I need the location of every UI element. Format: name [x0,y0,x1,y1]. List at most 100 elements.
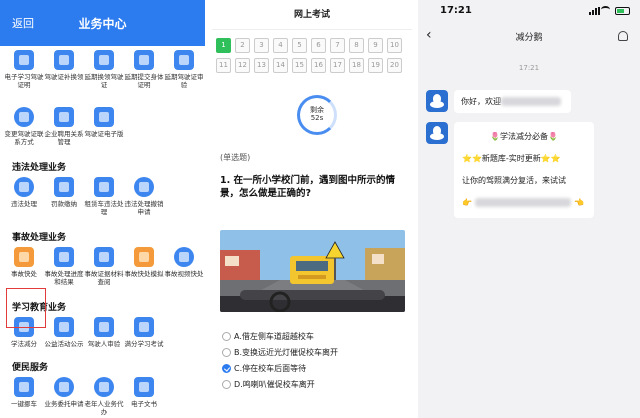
review-icon [94,317,114,337]
radio-checked-icon [222,363,231,373]
question-number-grid: 1 2 3 4 5 6 7 8 9 10 11 12 13 14 15 16 17 18 19 20 [212,30,412,73]
section-title-convenience: 便民服务 [12,363,49,373]
option-c[interactable]: C.停在校车后面等待 [222,360,338,376]
service-accident-evidence[interactable]: 事故证据材料查阅 [84,243,124,286]
question-number-cell[interactable]: 8 [349,38,364,53]
option-d[interactable]: D.鸣喇叭催促校车离开 [222,376,338,392]
service-extend-review[interactable]: 延期驾驶证审验 [164,46,204,89]
question-number-cell[interactable]: 15 [292,58,307,73]
car-icon [14,377,34,397]
service-move-car[interactable]: 一键挪车 [4,373,44,416]
option-a[interactable]: A.借左侧车道超越校车 [222,328,338,344]
chat-nav-bar: ‹ 减分鹅 [418,22,640,52]
radio-icon [222,331,231,341]
service-violation-handle[interactable]: 违法处理 [4,173,44,216]
calendar-icon [174,50,194,70]
service-accident-progress[interactable]: 事故处理进度和结果 [44,243,84,286]
car-crash-icon [134,247,154,267]
question-number-cell[interactable]: 20 [387,58,402,73]
question-number-cell[interactable]: 12 [235,58,250,73]
user-icon[interactable] [618,31,628,41]
service-electronic-license[interactable]: 驾驶证电子版 [84,103,124,146]
service-entrust[interactable]: 业务委托申请 [44,373,84,416]
option-b[interactable]: B.变换远近光灯催促校车离开 [222,344,338,360]
question-number-cell[interactable]: 11 [216,58,231,73]
question-number-cell[interactable]: 14 [273,58,288,73]
page-title: 业务中心 [78,17,127,31]
school-bus-scene [220,230,405,312]
blurred-text [501,97,561,106]
message-bubble-1[interactable]: 你好，欢迎 [454,90,571,113]
section-title-violation: 违法处理业务 [12,163,67,173]
service-rental-violation[interactable]: 租赁车违法处理 [84,173,124,216]
service-accident-simulate[interactable]: 事故快处模拟 [124,243,164,286]
service-public-activity[interactable]: 公益活动公示 [44,313,84,348]
elderly-icon [94,377,114,397]
service-extend-renewal[interactable]: 延期换领驾驶证 [84,46,124,89]
question-number-cell[interactable]: 16 [311,58,326,73]
receipt-icon [54,177,74,197]
people-icon [54,377,74,397]
service-elderly-agent[interactable]: 老年人业务代办 [84,373,124,416]
service-fine-payment[interactable]: 罚款缴纳 [44,173,84,216]
question-number-cell[interactable]: 13 [254,58,269,73]
service-driver-review[interactable]: 驾驶人审验 [84,313,124,348]
online-exam-panel: 网上考试 1 2 3 4 5 6 7 8 9 10 11 12 13 14 15 16 17 18 19 20 剩余… [212,0,412,418]
highlight-study-deduct [6,288,46,328]
service-violation-revoke[interactable]: 违法处理撤销申请 [124,173,164,216]
countdown-timer: 剩余 52s [297,95,337,135]
activity-icon [54,317,74,337]
license-icon [54,50,74,70]
chat-panel: 17:21 ‹ 减分鹅 17:21 你好，欢迎 🌷学法减分必备🌷 ⭐⭐新题库-实… [418,0,640,418]
question-row-2: 11 12 13 14 15 16 17 18 19 20 [216,58,410,73]
chat-timestamp: 17:21 [518,64,540,72]
document-icon [14,50,34,70]
document-icon [134,377,154,397]
service-employment-relation[interactable]: 企业聘用关系管理 [44,103,84,146]
message-bubble-2[interactable]: 🌷学法减分必备🌷 ⭐⭐新题库-实时更新⭐⭐ 让你的驾照满分复活，来试试 👉 👈 [454,122,594,218]
service-electronic-study-proof[interactable]: 电子学习驾驶证明 [4,46,44,89]
service-change-contact[interactable]: 变更驾驶证联系方式 [4,103,44,146]
question-number-cell[interactable]: 7 [330,38,345,53]
goose-avatar-icon [426,90,448,112]
business-center-panel: 返回 业务中心 电子学习驾驶证明 驾驶证补换领 延期换领驾驶证 延期提交身体证明… [0,0,205,418]
question-number-cell[interactable]: 6 [311,38,326,53]
question-number-cell[interactable]: 3 [254,38,269,53]
question-number-cell[interactable]: 2 [235,38,250,53]
screenshot-root: 返回 业务中心 电子学习驾驶证明 驾驶证补换领 延期换领驾驶证 延期提交身体证明… [0,0,640,418]
calendar-icon [94,50,114,70]
question-number-cell[interactable]: 18 [349,58,364,73]
exam-title: 网上考试 [212,0,412,30]
status-time: 17:21 [440,5,472,16]
question-number-cell[interactable]: 10 [387,38,402,53]
question-number-cell[interactable]: 1 [216,38,231,53]
question-row-1: 1 2 3 4 5 6 7 8 9 10 [216,38,410,53]
radio-icon [222,347,231,357]
accident-row: 事故快处 事故处理进度和结果 事故证据材料查阅 事故快处模拟 事故视频快处 [0,243,205,286]
chat-title: 减分鹅 [515,33,543,43]
question-number-cell[interactable]: 19 [368,58,383,73]
service-electronic-document[interactable]: 电子文书 [124,373,164,416]
goose-avatar-icon [426,122,448,144]
service-accident-video[interactable]: 事故视频快处 [164,243,204,286]
progress-icon [54,247,74,267]
violation-icon [134,177,154,197]
calendar-icon [134,50,154,70]
question-number-cell[interactable]: 9 [368,38,383,53]
blurred-link [474,198,571,207]
question-number-cell[interactable]: 5 [292,38,307,53]
top-service-row: 电子学习驾驶证明 驾驶证补换领 延期换领驾驶证 延期提交身体证明 延期驾驶证审验 [0,46,205,89]
service-extend-health-proof[interactable]: 延期提交身体证明 [124,46,164,89]
message-2: 🌷学法减分必备🌷 ⭐⭐新题库-实时更新⭐⭐ 让你的驾照满分复活，来试试 👉 👈 [426,122,594,218]
folder-icon [94,247,114,267]
service-accident-quick[interactable]: 事故快处 [4,243,44,286]
question-number-cell[interactable]: 17 [330,58,345,73]
service-full-score-exam[interactable]: 满分学习考试 [124,313,164,348]
calendar-12-icon [134,317,154,337]
service-license-replace[interactable]: 驾驶证补换领 [44,46,84,89]
battery-icon [615,7,630,15]
question-text: 1. 在一所小学校门前，遇到图中所示的情景，怎么做是正确的? [220,175,396,199]
question-number-cell[interactable]: 4 [273,38,288,53]
id-card-icon [94,107,114,127]
blurred-link-line[interactable]: 👉 👈 [462,192,586,214]
